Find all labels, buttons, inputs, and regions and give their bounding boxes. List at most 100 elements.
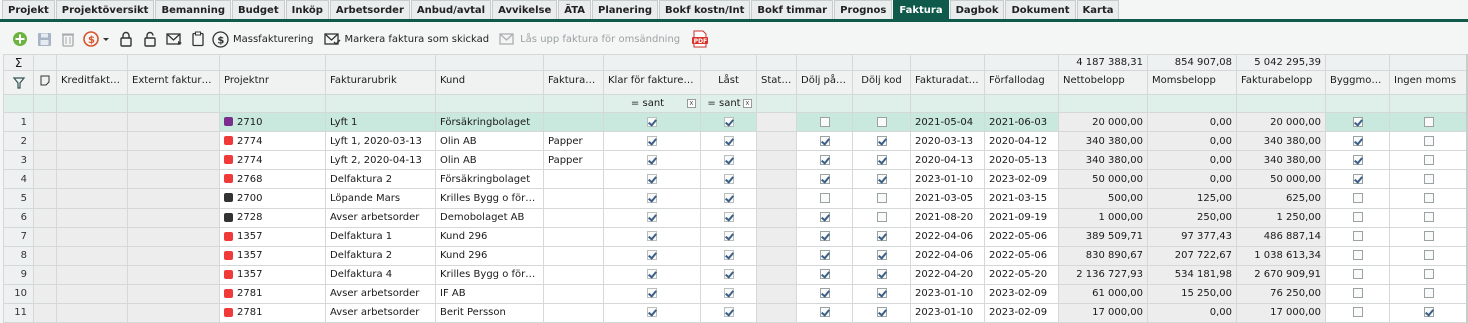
checkbox[interactable]	[647, 154, 657, 165]
checkbox[interactable]	[819, 212, 830, 223]
byggmoms-checkbox-cell[interactable]	[1325, 169, 1390, 190]
fakturatyp-cell[interactable]	[543, 245, 604, 266]
projektnr-cell[interactable]: 1357	[219, 226, 326, 247]
byggmoms-checkbox-cell[interactable]	[1325, 207, 1390, 228]
lock-icon[interactable]	[116, 29, 136, 49]
dolj-paslag-checkbox-cell[interactable]	[796, 150, 853, 171]
fakturarubrik-cell[interactable]: Lyft 1, 2020-03-13	[325, 131, 436, 152]
filter-klar[interactable]: = sant x	[603, 94, 701, 114]
fakturarubrik-cell[interactable]: Delfaktura 2	[325, 169, 436, 190]
projektnr-cell[interactable]: 1357	[219, 245, 326, 266]
kund-cell[interactable]: Olin AB	[435, 131, 544, 152]
dolj-kod-checkbox-cell[interactable]	[852, 188, 911, 209]
tab-4[interactable]: Inköp	[285, 0, 329, 19]
checkbox[interactable]	[647, 135, 657, 146]
checkbox[interactable]	[876, 116, 887, 127]
projektnr-cell[interactable]: 2774	[219, 131, 326, 152]
table-row[interactable]: 1 2710 Lyft 1 Försäkringbolaget 2021-05-04 20…	[3, 112, 1468, 133]
fakturadatum-cell[interactable]: 2021-03-05	[910, 188, 985, 209]
checkbox[interactable]	[647, 116, 657, 127]
byggmoms-checkbox-cell[interactable]	[1325, 150, 1390, 171]
table-row[interactable]: 11 2781 Avser arbetsorder Berit Persson 2023…	[3, 302, 1468, 323]
forfallodag-cell[interactable]: 2020-05-13	[984, 150, 1059, 171]
byggmoms-checkbox-cell[interactable]	[1325, 245, 1390, 266]
checkbox[interactable]	[876, 231, 887, 242]
dolj-paslag-checkbox-cell[interactable]	[796, 283, 853, 304]
dolj-paslag-checkbox-cell[interactable]	[796, 226, 853, 247]
ingen-moms-checkbox-cell[interactable]	[1389, 226, 1468, 247]
filter-last[interactable]: = sant x	[700, 94, 757, 114]
tab-8[interactable]: ÄTA	[558, 0, 591, 19]
byggmoms-checkbox-cell[interactable]	[1325, 302, 1390, 323]
currency-menu-icon[interactable]: $	[82, 29, 112, 49]
forfallodag-cell[interactable]: 2022-05-20	[984, 264, 1059, 285]
fakturadatum-cell[interactable]: 2022-04-06	[910, 226, 985, 247]
checkbox[interactable]	[723, 192, 734, 203]
klar-checkbox-cell[interactable]	[603, 226, 701, 247]
kund-cell[interactable]: Krilles Bygg o förval…	[435, 264, 544, 285]
kreditfaktura-cell[interactable]	[56, 207, 128, 228]
dolj-kod-checkbox-cell[interactable]	[852, 283, 911, 304]
checkbox[interactable]	[1352, 135, 1363, 146]
dolj-kod-checkbox-cell[interactable]	[852, 169, 911, 190]
checkbox[interactable]	[1424, 135, 1434, 146]
klar-checkbox-cell[interactable]	[603, 245, 701, 266]
col-status[interactable]: Status	[756, 70, 797, 96]
col-byggmoms[interactable]: Byggmoms▼	[1325, 70, 1390, 96]
checkbox[interactable]	[1424, 307, 1434, 318]
last-checkbox-cell[interactable]	[700, 302, 757, 323]
byggmoms-checkbox-cell[interactable]	[1325, 264, 1390, 285]
kreditfaktura-cell[interactable]	[56, 112, 128, 133]
checkbox[interactable]	[723, 307, 734, 318]
externt-fakturanr-cell[interactable]	[127, 226, 220, 247]
table-row[interactable]: 9 1357 Delfaktura 4 Krilles Bygg o förval… 2…	[3, 264, 1468, 285]
tab-11[interactable]: Bokf timmar	[751, 0, 834, 19]
last-checkbox-cell[interactable]	[700, 283, 757, 304]
last-checkbox-cell[interactable]	[700, 169, 757, 190]
col-last[interactable]: Låst	[700, 70, 757, 96]
fakturarubrik-cell[interactable]: Avser arbetsorder	[325, 302, 436, 323]
klar-checkbox-cell[interactable]	[603, 150, 701, 171]
checkbox[interactable]	[723, 116, 734, 127]
ingen-moms-checkbox-cell[interactable]	[1389, 131, 1468, 152]
klar-checkbox-cell[interactable]	[603, 169, 701, 190]
ingen-moms-checkbox-cell[interactable]	[1389, 283, 1468, 304]
checkbox[interactable]	[819, 250, 830, 261]
externt-fakturanr-cell[interactable]	[127, 150, 220, 171]
dolj-paslag-checkbox-cell[interactable]	[796, 188, 853, 209]
tab-3[interactable]: Budget	[231, 0, 285, 19]
fakturatyp-cell[interactable]	[543, 302, 604, 323]
checkbox[interactable]	[876, 212, 887, 223]
ingen-moms-checkbox-cell[interactable]	[1389, 150, 1468, 171]
kund-cell[interactable]: Demobolaget AB	[435, 207, 544, 228]
fakturadatum-cell[interactable]: 2022-04-20	[910, 264, 985, 285]
kreditfaktura-cell[interactable]	[56, 150, 128, 171]
forfallodag-cell[interactable]: 2021-06-03	[984, 112, 1059, 133]
externt-fakturanr-cell[interactable]	[127, 131, 220, 152]
table-row[interactable]: 4 2768 Delfaktura 2 Försäkringbolaget 2023-0…	[3, 169, 1468, 190]
checkbox[interactable]	[647, 173, 657, 184]
last-checkbox-cell[interactable]	[700, 150, 757, 171]
externt-fakturanr-cell[interactable]	[127, 207, 220, 228]
col-projektnr[interactable]: Projektnr	[219, 70, 326, 96]
checkbox[interactable]	[1424, 250, 1434, 261]
fakturadatum-cell[interactable]: 2023-01-10	[910, 169, 985, 190]
col-ingen-moms[interactable]: Ingen moms	[1389, 70, 1468, 96]
clear-filter-icon[interactable]: x	[687, 99, 696, 109]
fakturadatum-cell[interactable]: 2023-01-10	[910, 283, 985, 304]
tab-10[interactable]: Bokf kostn/Int	[659, 0, 751, 19]
checkbox[interactable]	[876, 154, 887, 165]
ingen-moms-checkbox-cell[interactable]	[1389, 302, 1468, 323]
col-fakturarubrik[interactable]: Fakturarubrik	[325, 70, 436, 96]
forfallodag-cell[interactable]: 2021-09-19	[984, 207, 1059, 228]
checkbox[interactable]	[647, 250, 657, 261]
projektnr-cell[interactable]: 2774	[219, 150, 326, 171]
fakturarubrik-cell[interactable]: Löpande Mars	[325, 188, 436, 209]
mark-sent-button[interactable]: Markera faktura som skickad	[323, 32, 489, 46]
save-icon[interactable]	[34, 29, 54, 49]
kreditfaktura-cell[interactable]	[56, 264, 128, 285]
checkbox[interactable]	[1352, 250, 1363, 261]
klar-checkbox-cell[interactable]	[603, 112, 701, 133]
tab-14[interactable]: Dagbok	[949, 0, 1005, 19]
tab-15[interactable]: Dokument	[1005, 0, 1076, 19]
